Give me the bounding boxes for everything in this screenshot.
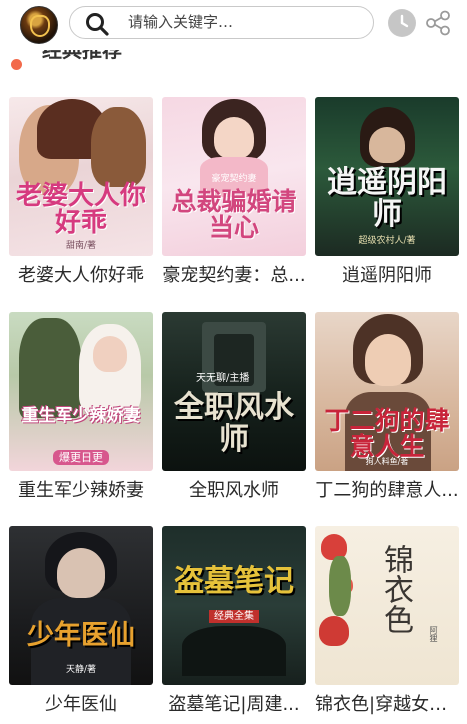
book-card[interactable]: 逍遥阴阳师 超级农村人/著 逍遥阴阳师 xyxy=(315,97,459,291)
book-cover[interactable]: 重生军少辣娇妻 爆更日更 xyxy=(9,312,153,471)
book-title[interactable]: 全职风水师 xyxy=(162,476,306,506)
cover-subtitle: 豪宠契约妻 xyxy=(211,174,257,184)
book-title[interactable]: 重生军少辣娇妻 xyxy=(9,476,153,506)
share-icon[interactable] xyxy=(424,9,452,37)
book-cover[interactable]: 天无聊/主播 全职风水师 xyxy=(162,312,306,471)
book-cover[interactable]: 丁二狗的肆意人生 狗人料鱼/著 xyxy=(315,312,459,471)
book-cover[interactable]: 少年医仙 天静/著 xyxy=(9,526,153,685)
cover-author: 狗人料鱼/著 xyxy=(365,457,409,466)
cover-title: 重生军少辣娇妻 xyxy=(21,406,141,426)
book-title[interactable]: 老婆大人你好乖 xyxy=(9,261,153,291)
cover-title: 老婆大人你好乖 xyxy=(15,181,146,239)
history-clock-icon[interactable] xyxy=(388,9,416,37)
book-cover[interactable]: 盗墓笔记 经典全集 xyxy=(162,526,306,685)
search-input[interactable] xyxy=(128,10,358,34)
section-dot xyxy=(11,59,22,70)
cover-author: 甜南/著 xyxy=(65,241,97,251)
search-icon[interactable] xyxy=(84,11,110,37)
book-card[interactable]: 豪宠契约妻 总裁骗婚请当心 豪宠契约妻：总... xyxy=(162,97,306,291)
cover-author: 天无聊/主播 xyxy=(196,373,250,384)
book-card[interactable]: 老婆大人你好乖 甜南/著 老婆大人你好乖 xyxy=(9,97,153,291)
book-title[interactable]: 锦衣色|穿越女&... xyxy=(315,690,459,720)
book-cover[interactable]: 老婆大人你好乖 甜南/著 xyxy=(9,97,153,256)
cover-badge: 经典全集 xyxy=(162,610,306,623)
book-card[interactable]: 重生军少辣娇妻 爆更日更 重生军少辣娇妻 xyxy=(9,312,153,506)
cover-title: 总裁骗婚请当心 xyxy=(171,187,297,243)
book-card[interactable]: 锦衣色 阿狸 锦衣色|穿越女&... xyxy=(315,526,459,720)
cover-title: 锦衣色 xyxy=(378,544,413,634)
book-title[interactable]: 逍遥阴阳师 xyxy=(315,261,459,291)
cover-author: 阿狸 xyxy=(429,626,438,642)
book-card[interactable]: 天无聊/主播 全职风水师 全职风水师 xyxy=(162,312,306,506)
cover-title: 盗墓笔记 xyxy=(174,564,294,599)
top-bar xyxy=(0,0,467,50)
book-title[interactable]: 豪宠契约妻：总... xyxy=(162,261,306,291)
cover-author: 超级农村人/著 xyxy=(358,236,416,246)
book-cover[interactable]: 逍遥阴阳师 超级农村人/著 xyxy=(315,97,459,256)
book-card[interactable]: 盗墓笔记 经典全集 盗墓笔记|周建... xyxy=(162,526,306,720)
cover-title: 逍遥阴阳师 xyxy=(327,165,447,232)
cover-title: 丁二狗的肆意人生 xyxy=(324,406,450,462)
book-card[interactable]: 丁二狗的肆意人生 狗人料鱼/著 丁二狗的肆意人... xyxy=(315,312,459,506)
book-cover[interactable]: 豪宠契约妻 总裁骗婚请当心 xyxy=(162,97,306,256)
book-title[interactable]: 少年医仙 xyxy=(9,690,153,720)
book-title[interactable]: 丁二狗的肆意人... xyxy=(315,476,459,506)
cover-badge: 爆更日更 xyxy=(9,450,153,465)
cover-title: 全职风水师 xyxy=(174,390,294,457)
book-card[interactable]: 少年医仙 天静/著 少年医仙 xyxy=(9,526,153,720)
avatar[interactable] xyxy=(20,6,58,44)
book-title[interactable]: 盗墓笔记|周建... xyxy=(162,690,306,720)
book-cover[interactable]: 锦衣色 阿狸 xyxy=(315,526,459,685)
search-box[interactable] xyxy=(69,6,374,39)
cover-author: 天静/著 xyxy=(65,665,97,675)
cover-title: 少年医仙 xyxy=(27,620,135,651)
